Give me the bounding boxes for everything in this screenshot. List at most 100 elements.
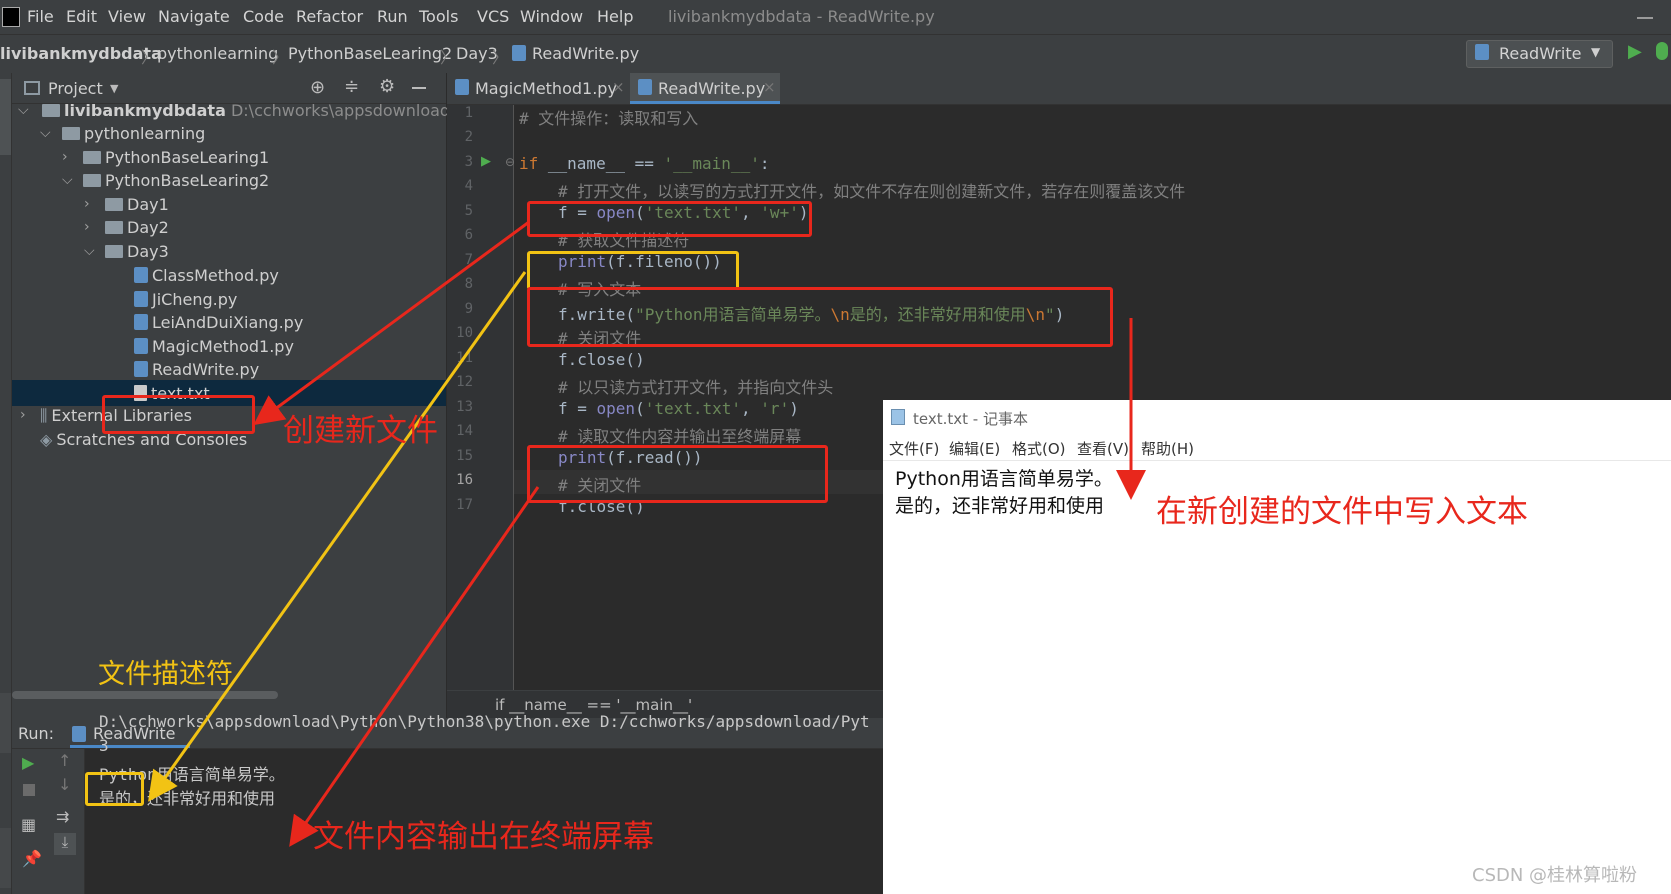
- menu-view[interactable]: View: [108, 7, 146, 26]
- line-number: 16: [456, 472, 473, 488]
- project-view-select[interactable]: Project: [48, 79, 103, 98]
- chevron-down-icon[interactable]: ▼: [110, 82, 118, 95]
- menu-navigate[interactable]: Navigate: [158, 7, 230, 26]
- line-number: 7: [464, 252, 473, 268]
- chevron-right-icon: ›: [20, 407, 26, 423]
- line-number: 8: [464, 276, 473, 292]
- rerun-icon[interactable]: ▶: [22, 753, 34, 772]
- breadcrumb-readwrite[interactable]: ReadWrite.py: [532, 44, 639, 63]
- collapse-all-icon[interactable]: ≑: [344, 76, 359, 97]
- line-number: 3: [464, 154, 473, 170]
- layout-icon[interactable]: ▦: [21, 815, 36, 834]
- notepad-titlebar: text.txt - 记事本: [883, 400, 1671, 434]
- chevron-down-icon: ⌵: [40, 125, 51, 141]
- tree-item-root[interactable]: ⌵ livibankmydbdata D:\cchworks\appsdownl…: [12, 101, 491, 125]
- notepad-menu-bar: 文件(F) 编辑(E) 格式(O) 查看(V) 帮助(H): [883, 434, 1671, 461]
- menu-file[interactable]: File: [27, 7, 54, 26]
- menu-edit[interactable]: Edit: [66, 7, 97, 26]
- chevron-down-icon: ⌵: [18, 102, 29, 118]
- menu-tools[interactable]: Tools: [419, 7, 458, 26]
- code-line: if __name__ == '__main__':: [519, 154, 769, 173]
- code-line: # 读取文件内容并输出至终端屏幕: [558, 427, 802, 446]
- line-number: 1: [464, 105, 473, 121]
- project-view-icon: [24, 81, 40, 95]
- tree-label: Day1: [127, 195, 169, 214]
- menu-run[interactable]: Run: [377, 7, 408, 26]
- line-number: 6: [464, 227, 473, 243]
- chevron-down-icon: ▼: [1591, 45, 1601, 59]
- tab-magicmethod1[interactable]: MagicMethod1.py ×: [447, 73, 629, 104]
- breadcrumb-pythonlearning[interactable]: pythonlearning: [157, 44, 278, 63]
- code-token: 'r': [760, 399, 790, 418]
- code-token: ,: [741, 399, 761, 418]
- line-number: 15: [456, 448, 473, 464]
- locate-icon[interactable]: ⊕: [310, 77, 325, 98]
- run-gutter-icon[interactable]: ▶: [481, 154, 491, 169]
- project-panel-header: Project ▼ ⊕ ≑ ⚙: [12, 73, 446, 104]
- run-icon[interactable]: ▶: [1628, 41, 1642, 62]
- soft-wrap-icon[interactable]: ⇉: [56, 807, 69, 826]
- scroll-to-end-icon[interactable]: ⤓: [54, 833, 76, 855]
- arrow-up-icon[interactable]: ↑: [58, 751, 71, 770]
- tree-label: LeiAndDuiXiang.py: [152, 313, 304, 332]
- tree-label: JiCheng.py: [152, 290, 238, 309]
- root-label: livibankmydbdata: [64, 101, 226, 120]
- close-icon[interactable]: ×: [763, 78, 776, 96]
- annotation-box-write: [527, 287, 1113, 347]
- code-token: open: [596, 399, 636, 418]
- menu-code[interactable]: Code: [243, 7, 284, 26]
- tree-item-magicmethod1[interactable]: MagicMethod1.py: [134, 336, 294, 360]
- line-number: 13: [456, 399, 473, 415]
- notepad-text-area[interactable]: Python用语言简单易学。 是的，还非常好用和使用: [895, 466, 1113, 520]
- notepad-menu-view[interactable]: 查看(V): [1077, 438, 1129, 459]
- tab-readwrite[interactable]: ReadWrite.py ×: [630, 73, 780, 104]
- tree-label: ClassMethod.py: [152, 266, 279, 285]
- console-line: 3: [99, 736, 109, 755]
- stop-icon[interactable]: [23, 784, 35, 796]
- tab-label: ReadWrite.py: [658, 79, 766, 98]
- tree-label-wrap: Day2: [105, 218, 169, 237]
- chevron-down-icon: ⌵: [62, 172, 73, 188]
- code-token: if: [519, 154, 539, 173]
- horizontal-scrollbar[interactable]: [12, 691, 278, 699]
- code-line: f.close(): [558, 350, 645, 369]
- tab-label: MagicMethod1.py: [475, 79, 617, 98]
- tree-item-jicheng[interactable]: JiCheng.py: [134, 289, 237, 313]
- menu-refactor[interactable]: Refactor: [296, 7, 363, 26]
- annotation-box-fileno: [527, 251, 739, 290]
- menu-window[interactable]: Window: [520, 7, 583, 26]
- breadcrumb-project[interactable]: livibankmydbdata: [0, 44, 162, 63]
- folder-icon: [83, 151, 101, 164]
- menu-bar: File Edit View Navigate Code Refactor Ru…: [0, 0, 1671, 34]
- notepad-menu-edit[interactable]: 编辑(E): [949, 438, 1000, 459]
- tree-label: pythonlearning: [84, 124, 206, 143]
- pin-icon[interactable]: 📌: [22, 849, 42, 868]
- folder-icon: [105, 221, 123, 234]
- run-label: Run:: [18, 724, 55, 743]
- chevron-right-icon: ›: [62, 149, 68, 165]
- structure-tool-button[interactable]: [0, 693, 11, 753]
- close-icon[interactable]: ×: [612, 78, 625, 96]
- python-file-icon: [512, 45, 526, 61]
- menu-help[interactable]: Help: [597, 7, 633, 26]
- tree-item-classmethod[interactable]: ClassMethod.py: [134, 265, 279, 289]
- tree-item-leiandduixiang[interactable]: LeiAndDuiXiang.py: [134, 312, 303, 336]
- notepad-menu-file[interactable]: 文件(F): [889, 438, 939, 459]
- tree-label: ReadWrite.py: [152, 360, 260, 379]
- notepad-icon: [891, 409, 905, 425]
- breadcrumb-pythonbaselearing2[interactable]: PythonBaseLearing2: [288, 44, 452, 63]
- run-configuration-select[interactable]: ReadWrite ▼: [1466, 40, 1613, 68]
- menu-vcs[interactable]: VCS: [477, 7, 509, 26]
- gear-icon[interactable]: ⚙: [379, 76, 395, 97]
- notepad-menu-help[interactable]: 帮助(H): [1141, 438, 1194, 459]
- folder-icon: [62, 127, 80, 140]
- favorites-tool-button[interactable]: [0, 828, 11, 888]
- project-tool-button[interactable]: [0, 79, 11, 155]
- breadcrumb-separator-icon: 〉: [272, 48, 289, 67]
- minimize-icon[interactable]: [1637, 17, 1653, 19]
- hide-icon[interactable]: [412, 87, 426, 89]
- debug-icon[interactable]: [1656, 42, 1668, 60]
- arrow-down-icon[interactable]: ↓: [58, 775, 71, 794]
- line-number: 4: [464, 178, 473, 194]
- notepad-menu-format[interactable]: 格式(O): [1012, 438, 1066, 459]
